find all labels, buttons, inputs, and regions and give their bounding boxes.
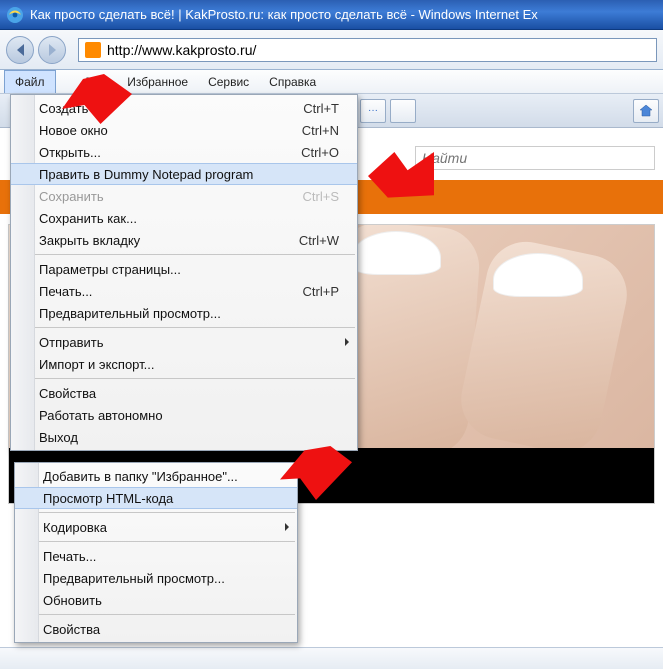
window-title: Как просто сделать всё! | KakProsto.ru: … [30, 7, 538, 22]
menu-item-label: Работать автономно [39, 408, 163, 423]
menu-item-shortcut: Ctrl+W [299, 233, 339, 248]
chevron-right-icon [345, 338, 349, 346]
search-input[interactable] [415, 146, 655, 170]
chevron-right-icon [285, 523, 289, 531]
context-menu-item[interactable]: Просмотр HTML-кода [15, 487, 297, 509]
home-button[interactable] [633, 99, 659, 123]
menu-item-label: Свойства [39, 386, 96, 401]
file-menu-item[interactable]: Печать... Ctrl+P [11, 280, 357, 302]
menu-item-label: Параметры страницы... [39, 262, 181, 277]
address-url: http://www.kakprosto.ru/ [107, 42, 256, 58]
menu-item-label: Свойства [43, 622, 100, 637]
menu-item-label: Обновить [43, 593, 102, 608]
forward-button[interactable] [38, 36, 66, 64]
menu-item-shortcut: Ctrl+T [303, 101, 339, 116]
context-menu: Добавить в папку "Избранное"... Просмотр … [14, 462, 298, 643]
menu-item-label: Печать... [43, 549, 96, 564]
menu-item-label: Закрыть вкладку [39, 233, 140, 248]
menu-item-label: Кодировка [43, 520, 107, 535]
context-menu-item[interactable]: Добавить в папку "Избранное"... [15, 465, 297, 487]
file-menu-item[interactable]: Свойства [11, 382, 357, 404]
context-menu-item[interactable]: Свойства [15, 618, 297, 640]
address-bar[interactable]: http://www.kakprosto.ru/ [78, 38, 657, 62]
file-menu-item[interactable]: Закрыть вкладку Ctrl+W [11, 229, 357, 251]
file-menu-item[interactable]: Править в Dummy Notepad program [11, 163, 357, 185]
status-bar [0, 647, 663, 669]
title-bar: Как просто сделать всё! | KakProsto.ru: … [0, 0, 663, 30]
menu-item-label: Править в Dummy Notepad program [39, 167, 253, 182]
site-icon [85, 42, 101, 58]
menu-item-label: Просмотр HTML-кода [43, 491, 173, 506]
menu-item-label: Выход [39, 430, 78, 445]
file-menu-item[interactable]: Открыть... Ctrl+O [11, 141, 357, 163]
file-menu-item[interactable]: Выход [11, 426, 357, 448]
menu-item-label: Предварительный просмотр... [39, 306, 221, 321]
menu-file[interactable]: Файл [4, 70, 56, 93]
context-menu-separator [17, 614, 295, 615]
file-menu-separator [13, 378, 355, 379]
file-menu-item[interactable]: Работать автономно [11, 404, 357, 426]
context-menu-item[interactable]: Печать... [15, 545, 297, 567]
context-menu-item[interactable]: Обновить [15, 589, 297, 611]
context-menu-item[interactable]: Кодировка [15, 516, 297, 538]
back-button[interactable] [6, 36, 34, 64]
menu-item-label: Импорт и экспорт... [39, 357, 154, 372]
menu-item-label: Открыть... [39, 145, 101, 160]
file-menu-separator [13, 254, 355, 255]
context-menu-item[interactable]: Предварительный просмотр... [15, 567, 297, 589]
file-menu-separator [13, 327, 355, 328]
menu-item-shortcut: Ctrl+N [302, 123, 339, 138]
file-menu-item[interactable]: Импорт и экспорт... [11, 353, 357, 375]
menu-item-shortcut: Ctrl+O [301, 145, 339, 160]
ie-icon [6, 6, 24, 24]
menu-item-label: Отправить [39, 335, 103, 350]
menu-item-label: Сохранить [39, 189, 104, 204]
file-menu-item[interactable]: Параметры страницы... [11, 258, 357, 280]
blank-tab-button[interactable] [390, 99, 416, 123]
menu-item-shortcut: Ctrl+S [303, 189, 339, 204]
context-menu-separator [17, 541, 295, 542]
menu-item-label: Сохранить как... [39, 211, 137, 226]
menu-item-shortcut: Ctrl+P [303, 284, 339, 299]
file-menu-item[interactable]: Сохранить как... [11, 207, 357, 229]
file-menu-item[interactable]: Отправить [11, 331, 357, 353]
menu-item-label: Предварительный просмотр... [43, 571, 225, 586]
menu-item-label: Добавить в папку "Избранное"... [43, 469, 238, 484]
menu-tools[interactable]: Сервис [198, 70, 259, 93]
nav-toolbar: http://www.kakprosto.ru/ [0, 30, 663, 70]
menu-item-label: Печать... [39, 284, 92, 299]
context-menu-separator [17, 512, 295, 513]
file-menu-dropdown: Создать вкCtrl+TНовое окноCtrl+NОткрыть.… [10, 94, 358, 451]
menu-help[interactable]: Справка [259, 70, 326, 93]
new-tab-button[interactable]: ··· [360, 99, 386, 123]
file-menu-item[interactable]: Предварительный просмотр... [11, 302, 357, 324]
file-menu-item: Сохранить Ctrl+S [11, 185, 357, 207]
